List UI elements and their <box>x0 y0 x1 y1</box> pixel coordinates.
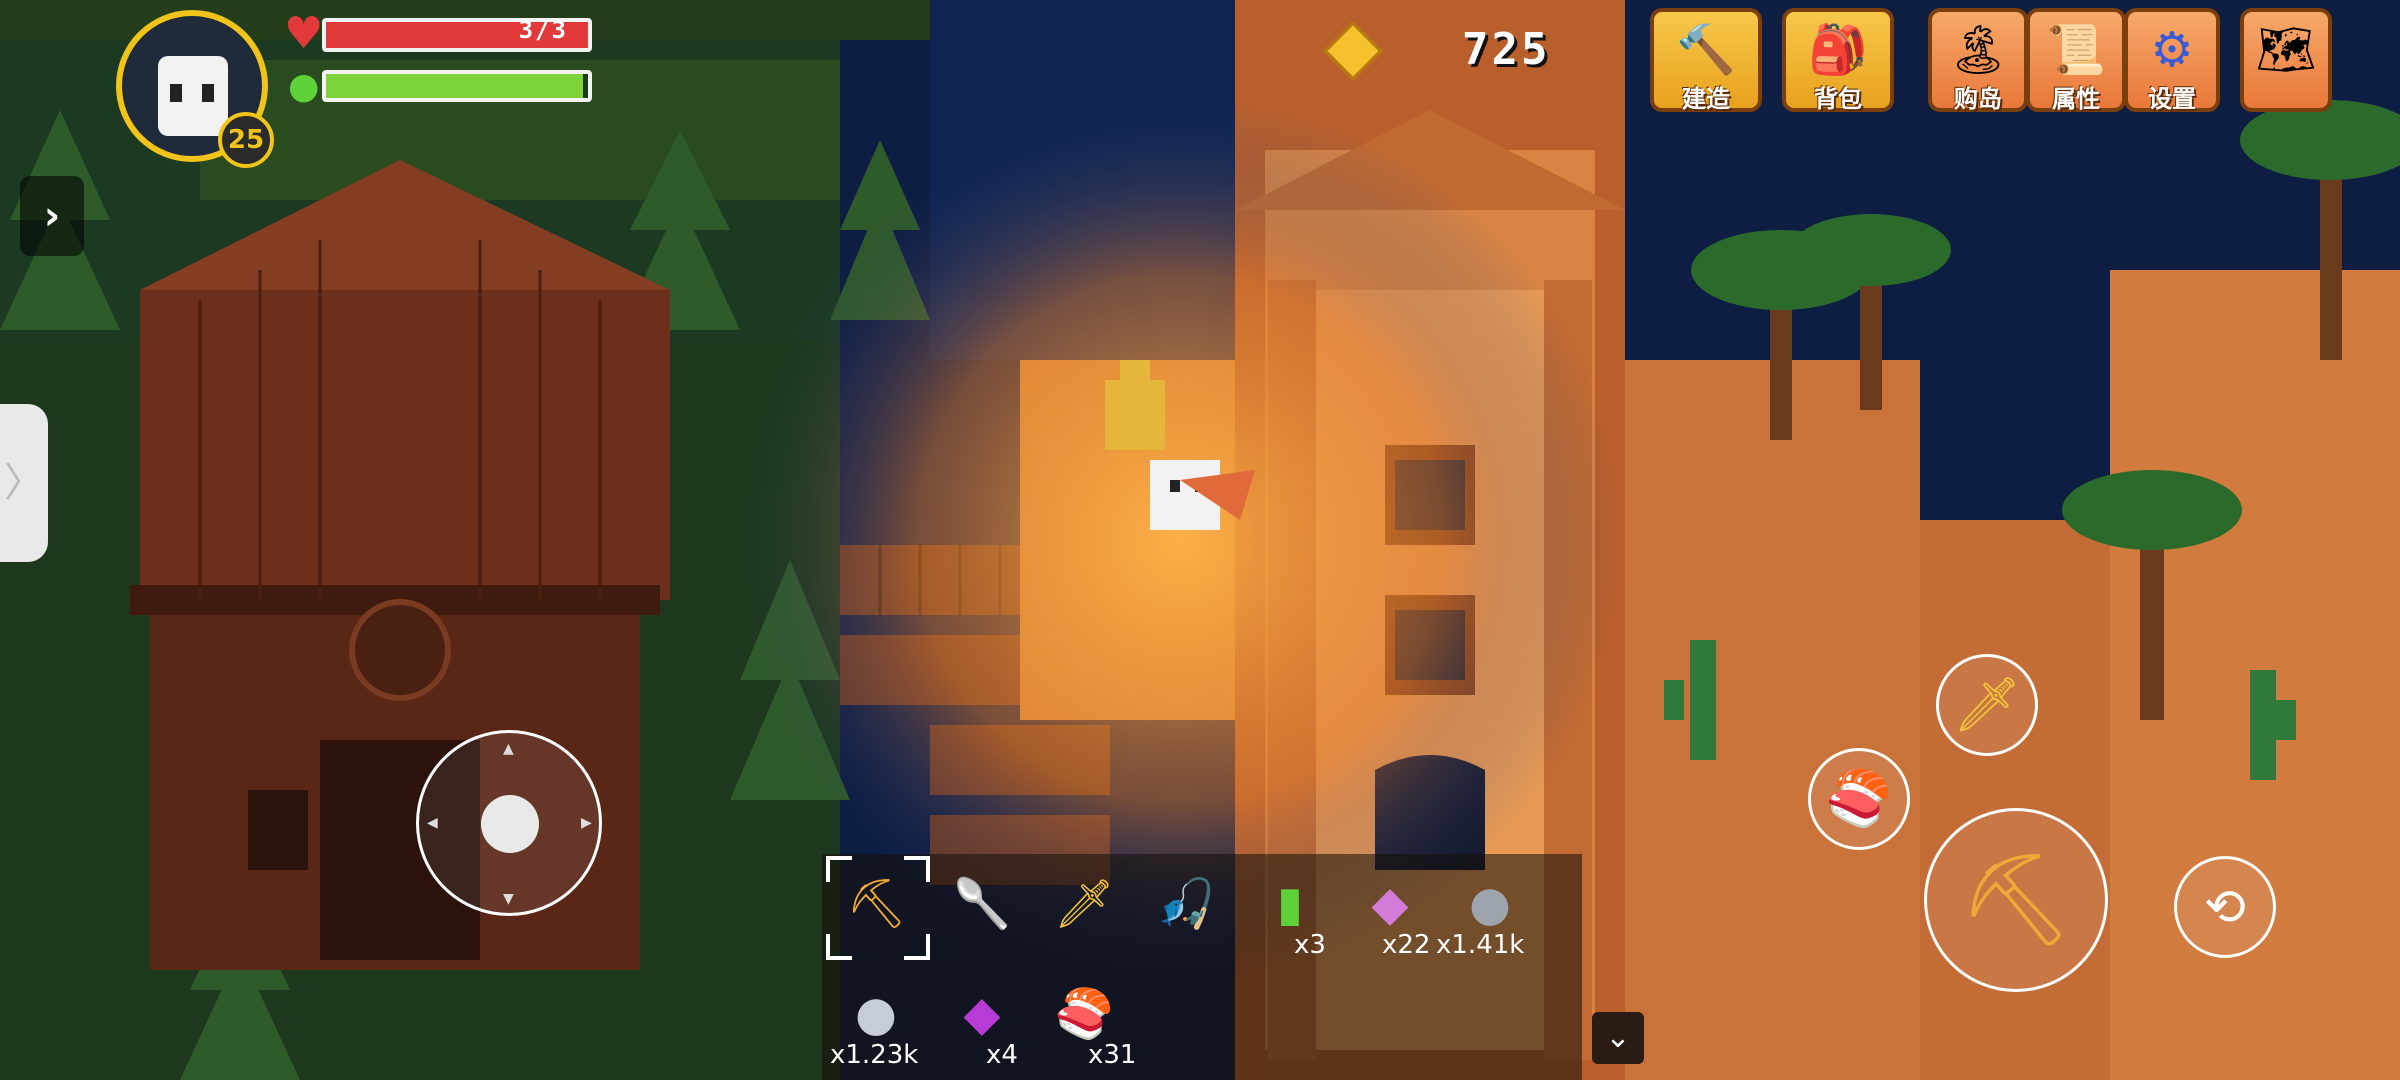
joystick-knob[interactable] <box>481 795 539 853</box>
currency-display: 725 <box>1320 21 1580 84</box>
lamp-glow <box>740 100 1620 980</box>
sword-icon: 🗡 <box>1952 673 2022 736</box>
hotbar-slot-shovel[interactable]: 🥄 <box>934 860 1030 956</box>
backpack-button[interactable]: 🎒 背包 <box>1782 8 1894 113</box>
expand-hotbar-button[interactable]: ⌄ <box>1592 1012 1644 1064</box>
hotbar-slot-sushi[interactable]: 🍣 x31 <box>1036 970 1136 1070</box>
hotbar-slot-amethyst[interactable]: ◆ x4 <box>934 970 1030 1070</box>
attributes-button[interactable]: 📜 属性 <box>2026 8 2126 113</box>
hotbar-slot-pickaxe[interactable]: ⛏ <box>826 856 930 960</box>
dodge-icon: ⟲ <box>2204 878 2246 936</box>
iron-ore-icon: ● <box>855 986 897 1042</box>
energy-drop-icon: ● <box>288 66 320 107</box>
gear-icon: ⚙ <box>2150 22 2194 78</box>
pickaxe-icon: ⛏ <box>1958 847 2074 953</box>
map-scroll-icon: 🗺 <box>2255 22 2317 78</box>
currency-amount: 725 <box>1462 24 1551 75</box>
buy-island-button[interactable]: 🏝 购岛 <box>1928 8 2028 113</box>
joystick-left-icon: ◀ <box>427 815 438 831</box>
settings-button[interactable]: ⚙ 设置 <box>2124 8 2220 113</box>
emerald-icon: ▮ <box>1276 876 1304 932</box>
build-button[interactable]: 🔨 建造 <box>1650 8 1762 113</box>
avatar-eye <box>202 84 214 102</box>
island-icon: 🏝 <box>1947 22 2009 78</box>
health-bar: 3/3 <box>322 16 592 52</box>
energy-bar-fill <box>326 74 583 98</box>
build-label: 建造 <box>1682 85 1730 113</box>
fishing-rod-icon: 🎣 <box>1156 876 1216 932</box>
game-scene: 25 ♥ 3/3 ● › 〉 725 🔨 建造 🎒 背包 🏝 购岛 📜 属性 ⚙… <box>0 0 2400 1080</box>
attributes-label: 属性 <box>2052 85 2100 113</box>
item-count: x22 <box>1382 930 1431 960</box>
health-text: 3/3 <box>518 16 568 44</box>
item-count: x31 <box>1088 1040 1137 1070</box>
avatar-eye <box>170 84 182 102</box>
sword-icon: 🗡 <box>1054 876 1115 932</box>
dodge-roll-button[interactable]: ⟲ <box>2174 856 2276 958</box>
joystick-up-icon: ▲ <box>503 741 514 757</box>
use-tool-button[interactable]: ⛏ <box>1924 808 2108 992</box>
joystick-down-icon: ▼ <box>503 891 514 907</box>
settings-label: 设置 <box>2148 85 2196 113</box>
anvil-icon: 🔨 <box>1676 22 1736 78</box>
energy-bar <box>322 70 592 102</box>
quick-sword-button[interactable]: 🗡 <box>1936 654 2038 756</box>
backpack-icon: 🎒 <box>1808 22 1868 78</box>
joystick-right-icon: ▶ <box>581 815 592 831</box>
hotbar-slot-stone[interactable]: ● x1.41k <box>1436 860 1538 960</box>
expand-hud-button[interactable]: › <box>20 176 84 256</box>
quests-button[interactable]: 🗺 <box>2240 8 2332 112</box>
amethyst-icon: ◆ <box>963 986 1001 1042</box>
pickaxe-icon: ⛏ <box>846 876 907 932</box>
hotbar-slot-iron-ore[interactable]: ● x1.23k <box>828 970 924 1070</box>
sushi-icon: 🍣 <box>1054 986 1114 1042</box>
buy-island-label: 购岛 <box>1954 85 2002 113</box>
sushi-icon: 🍣 <box>1825 767 1893 830</box>
hotbar-slot-fishing-rod[interactable]: 🎣 <box>1138 860 1234 956</box>
level-badge: 25 <box>218 112 274 168</box>
hotbar-slot-sword[interactable]: 🗡 <box>1036 860 1132 956</box>
quick-sushi-button[interactable]: 🍣 <box>1808 748 1910 850</box>
item-count: x3 <box>1294 930 1326 960</box>
stone-icon: ● <box>1469 876 1511 932</box>
skull-scroll-icon: 📜 <box>2046 22 2106 78</box>
gem-icon <box>1323 21 1383 81</box>
item-count: x1.23k <box>830 1040 919 1070</box>
side-drawer-tab[interactable]: 〉 <box>0 404 48 562</box>
backpack-label: 背包 <box>1814 85 1862 113</box>
item-count: x1.41k <box>1436 930 1525 960</box>
inventory-hotbar: ⛏ 🥄 🗡 🎣 ▮ x3 ◆ x22 ● x1.41k ● x1.23k ◆ x… <box>822 854 1582 1080</box>
avatar-face <box>158 56 228 136</box>
hotbar-slot-emerald[interactable]: ▮ x3 <box>1242 860 1338 960</box>
shovel-icon: 🥄 <box>952 876 1012 932</box>
hotbar-slot-crystal[interactable]: ◆ x22 <box>1342 860 1438 960</box>
item-count: x4 <box>986 1040 1018 1070</box>
crystal-icon: ◆ <box>1371 876 1409 932</box>
movement-joystick[interactable]: ▲ ▼ ◀ ▶ <box>416 730 602 916</box>
